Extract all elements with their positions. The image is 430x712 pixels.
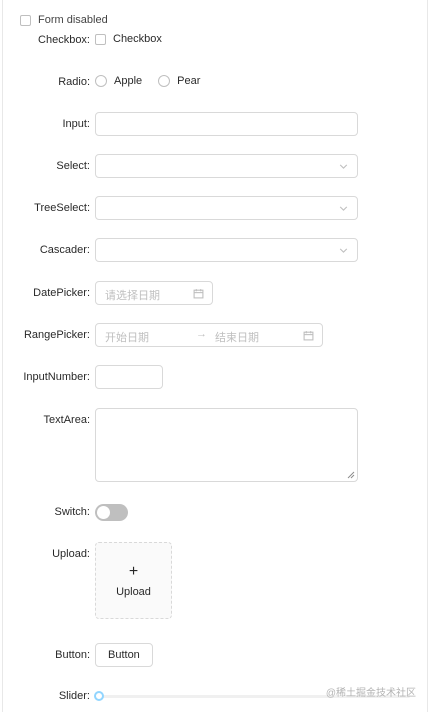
rangepicker-field-label: RangePicker: — [23, 329, 90, 341]
radio-group: Apple Pear — [95, 75, 200, 87]
button-row: Button: Button — [0, 643, 430, 667]
textarea-input[interactable] — [95, 408, 358, 482]
button-field-label: Button: — [55, 649, 90, 661]
input-row: Input: — [0, 112, 430, 136]
number-input[interactable] — [95, 365, 163, 389]
upload-row: Upload: + Upload — [0, 542, 430, 619]
range-start-placeholder[interactable]: 开始日期 — [105, 329, 149, 345]
datepicker-row: DatePicker: 请选择日期 — [0, 281, 430, 305]
chevron-down-icon — [339, 164, 348, 169]
inputnumber-field-label: InputNumber: — [23, 371, 90, 383]
datepicker-field-label: DatePicker: — [33, 287, 90, 299]
rangepicker-row: RangePicker: 开始日期 → 结束日期 — [0, 323, 430, 347]
textarea-field-label: TextArea: — [43, 414, 90, 426]
radio-label-apple: Apple — [114, 75, 143, 87]
treeselect-row: TreeSelect: — [0, 196, 430, 220]
range-separator-arrow: → — [196, 328, 207, 340]
radio-row: Radio: Apple Pear — [0, 75, 430, 89]
slider-handle[interactable] — [94, 691, 104, 701]
cascader-row: Cascader: — [0, 238, 430, 262]
chevron-down-icon — [339, 248, 348, 253]
date-picker-placeholder: 请选择日期 — [105, 290, 160, 302]
upload-dropzone[interactable]: + Upload — [95, 542, 172, 619]
cascader-field-label: Cascader: — [39, 244, 90, 256]
toggle-switch[interactable] — [95, 504, 128, 521]
select-row: Select: — [0, 154, 430, 178]
input-field-label: Input: — [62, 118, 90, 130]
select-input[interactable] — [95, 154, 358, 178]
radio-option-apple[interactable]: Apple — [95, 75, 142, 87]
checkbox-field-label: Checkbox: — [38, 34, 90, 46]
inputnumber-row: InputNumber: — [0, 365, 430, 389]
treeselect-field-label: TreeSelect: — [34, 202, 90, 214]
form-disabled-toggle[interactable]: Form disabled — [20, 13, 108, 27]
form-disabled-checkbox[interactable] — [20, 14, 31, 26]
switch-row: Switch: — [0, 504, 430, 521]
upload-text: Upload — [116, 585, 151, 598]
radio-circle-apple[interactable] — [95, 75, 107, 87]
switch-field-label: Switch: — [54, 506, 90, 518]
calendar-icon — [303, 331, 314, 341]
radio-circle-pear[interactable] — [158, 75, 171, 87]
radio-label-pear: Pear — [177, 75, 201, 87]
text-input[interactable] — [95, 112, 358, 136]
calendar-icon — [193, 289, 204, 299]
range-end-placeholder[interactable]: 结束日期 — [215, 329, 259, 345]
checkbox-box[interactable] — [95, 33, 106, 45]
switch-knob — [97, 506, 110, 519]
select-field-label: Select: — [56, 160, 90, 172]
plus-icon: + — [128, 562, 139, 580]
checkbox-option-label: Checkbox — [113, 33, 162, 45]
radio-field-label: Radio: — [58, 76, 90, 88]
range-picker[interactable]: 开始日期 → 结束日期 — [95, 323, 323, 347]
form-disabled-label: Form disabled — [38, 14, 108, 26]
resize-handle-icon[interactable] — [347, 471, 355, 479]
textarea-row: TextArea: — [0, 408, 430, 482]
chevron-down-icon — [339, 206, 348, 211]
slider-field-label: Slider: — [58, 690, 90, 702]
date-picker[interactable]: 请选择日期 — [95, 281, 213, 305]
checkbox-row: Checkbox: Checkbox — [0, 33, 430, 47]
watermark: @稀土掘金技术社区 — [325, 688, 416, 699]
upload-field-label: Upload: — [52, 548, 90, 560]
checkbox-option[interactable]: Checkbox — [95, 33, 162, 45]
cascader-input[interactable] — [95, 238, 358, 262]
action-button[interactable]: Button — [95, 643, 153, 667]
radio-option-pear[interactable]: Pear — [158, 75, 200, 87]
treeselect-input[interactable] — [95, 196, 358, 220]
